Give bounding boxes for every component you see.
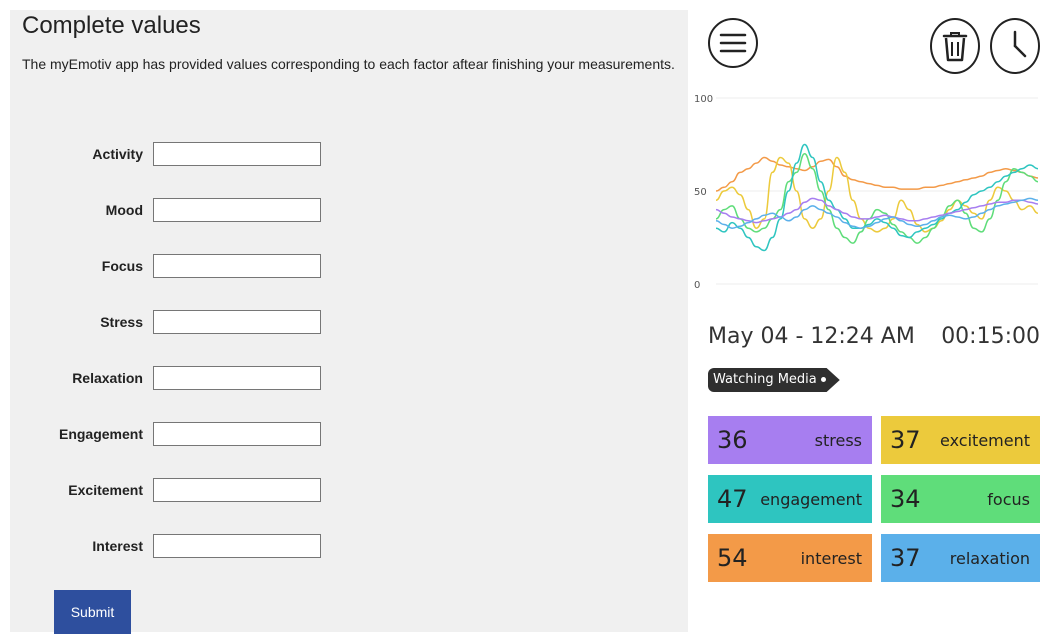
menu-icon[interactable] [708, 18, 758, 68]
metrics-line-chart: 100 50 0 [694, 94, 1039, 291]
metric-name: focus [987, 489, 1030, 509]
metric-name: stress [814, 430, 862, 450]
engagement-label: Engagement [58, 426, 143, 442]
form-description: The myEmotiv app has provided values cor… [22, 56, 675, 72]
metric-value: 54 [717, 544, 748, 572]
mood-label: Mood [105, 202, 143, 218]
field-row-focus: Focus [10, 254, 410, 280]
interest-input[interactable] [153, 534, 321, 558]
session-date: May 04 - 12:24 AM [708, 324, 915, 349]
relaxation-input[interactable] [153, 366, 321, 390]
field-row-relaxation: Relaxation [10, 366, 410, 392]
metric-value: 36 [717, 426, 748, 454]
y-tick-label: 100 [694, 94, 713, 105]
form-title: Complete values [22, 12, 201, 39]
y-tick-label: 50 [694, 187, 707, 198]
field-row-engagement: Engagement [10, 422, 410, 448]
metric-card-relaxation[interactable]: 37 relaxation [881, 534, 1040, 582]
metric-card-excitement[interactable]: 37 excitement [881, 416, 1040, 464]
metric-name: engagement [760, 489, 862, 509]
metric-card-focus[interactable]: 34 focus [881, 475, 1040, 523]
excitement-input[interactable] [153, 478, 321, 502]
field-row-mood: Mood [10, 198, 410, 224]
focus-input[interactable] [153, 254, 321, 278]
stress-label: Stress [100, 314, 143, 330]
metric-value: 47 [717, 485, 748, 513]
metric-value: 37 [890, 544, 921, 572]
series-line-3 [715, 143, 1039, 252]
pie-chart-icon[interactable] [990, 18, 1040, 74]
engagement-input[interactable] [153, 422, 321, 446]
values-form-panel: Complete values The myEmotiv app has pro… [10, 10, 688, 634]
y-tick-label: 0 [694, 280, 700, 291]
interest-label: Interest [92, 538, 143, 554]
excitement-label: Excitement [68, 482, 143, 498]
metric-card-stress[interactable]: 36 stress [708, 416, 872, 464]
field-row-stress: Stress [10, 310, 410, 336]
tag-dot-icon [820, 377, 826, 382]
activity-tag-label: Watching Media [713, 372, 817, 387]
session-duration: 00:15:00 [941, 324, 1040, 349]
series-line-5 [715, 197, 1039, 229]
metric-card-interest[interactable]: 54 interest [708, 534, 872, 582]
field-row-excitement: Excitement [10, 478, 410, 504]
activity-input[interactable] [153, 142, 321, 166]
metric-name: excitement [940, 430, 1030, 450]
metric-name: relaxation [949, 548, 1030, 568]
submit-button[interactable]: Submit [54, 590, 131, 634]
emotiv-app-panel: 100 50 0 May 04 - 12:24 AM 00:15:00 Watchi… [694, 0, 1042, 632]
field-row-activity: Activity [10, 142, 410, 168]
metric-name: interest [800, 548, 862, 568]
metric-value: 34 [890, 485, 921, 513]
focus-label: Focus [101, 258, 143, 274]
activity-label: Activity [92, 146, 143, 162]
series-line-2 [715, 153, 1039, 244]
mood-input[interactable] [153, 198, 321, 222]
relaxation-label: Relaxation [72, 370, 143, 386]
metric-value: 37 [890, 426, 921, 454]
activity-tag[interactable]: Watching Media [708, 368, 840, 392]
series-line-0 [715, 156, 1039, 192]
metric-card-engagement[interactable]: 47 engagement [708, 475, 872, 523]
trash-icon[interactable] [930, 18, 980, 74]
field-row-interest: Interest [10, 534, 410, 560]
stress-input[interactable] [153, 310, 321, 334]
